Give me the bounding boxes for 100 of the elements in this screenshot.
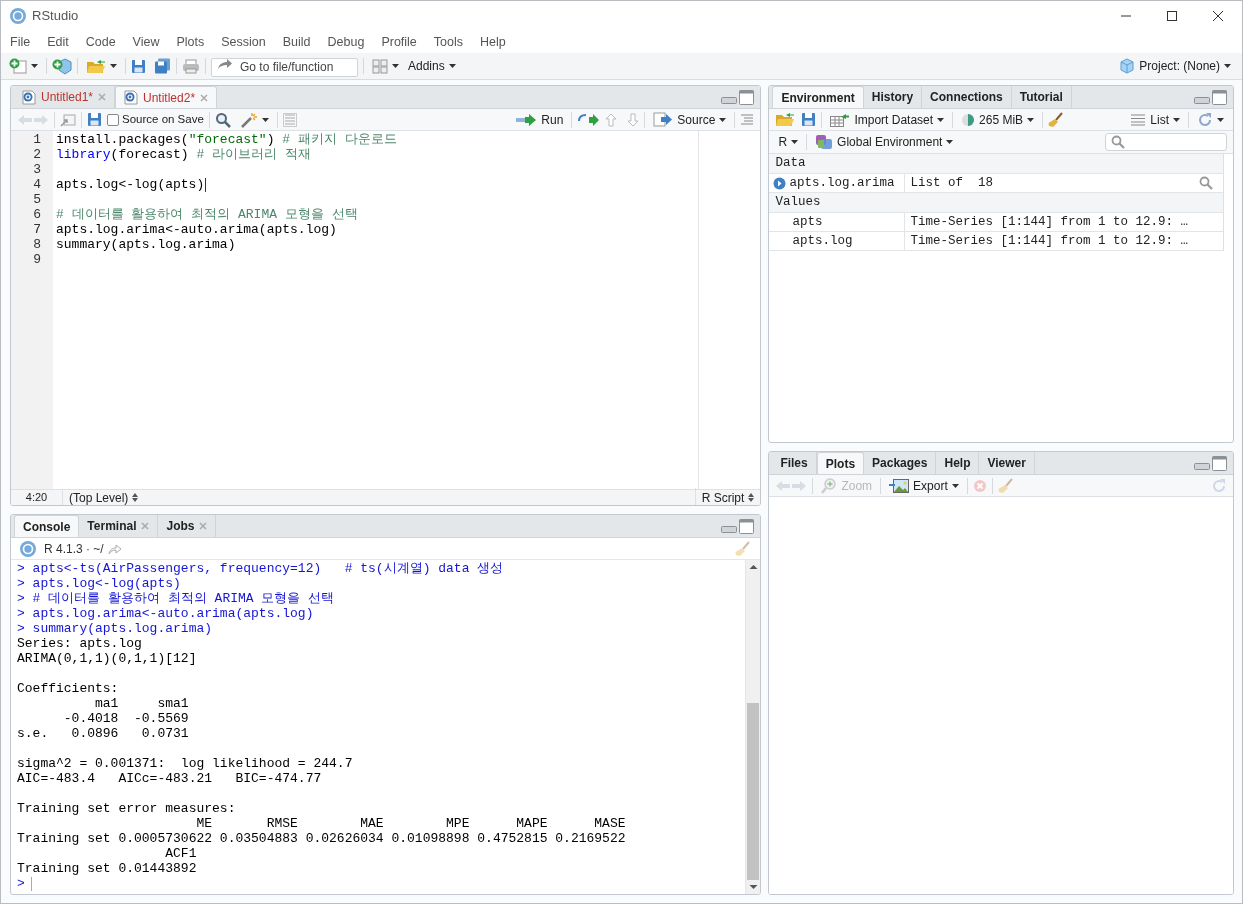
menu-item[interactable]: Session [221,32,266,52]
save-icon[interactable] [131,58,146,74]
memory-usage-icon [961,112,976,127]
file-type-selector[interactable]: R Script [694,487,761,505]
new-project-icon[interactable] [52,57,72,75]
environment-selector[interactable]: Global Environment [812,132,957,152]
open-folder-icon[interactable] [775,112,796,127]
console-line: Training set 0.0005730622 0.03504883 0.02626034 0.01098898 0.4752815 0.2169522 [17,831,626,846]
run-button[interactable]: Run [512,109,567,130]
tab[interactable]: Untitled2* [115,86,218,108]
search-icon[interactable] [1199,176,1213,191]
close-icon [199,522,208,530]
caret-icon [1173,117,1180,122]
expand-icon[interactable] [773,176,787,190]
console-line: ACF1 [164,846,197,861]
line-number: 9 [33,252,41,267]
scope-selector[interactable]: (Top Level) [63,487,145,505]
line-number: 6 [33,207,41,222]
console-line: s.e. 0.0896 0.0731 [17,726,189,741]
line-number: 8 [33,237,41,252]
code-line: # 데이터를 활용하여 최적의 ARIMA 모형을 선택 [56,207,358,222]
variable-name: apts.log [792,233,853,250]
console-line: > apts.log.arima<-auto.arima(apts.log) [17,606,314,621]
new-window-icon[interactable] [60,112,76,127]
variable-value: Time-Series [1:144] from 1 to 12.9: … [910,233,1188,250]
memory-usage-button[interactable]: 265 MiB [958,109,1038,130]
search-icon[interactable] [214,111,231,128]
menu-item[interactable]: View [132,32,160,52]
broom-icon[interactable] [1048,111,1065,128]
minimize-pane-icon[interactable] [1194,97,1210,104]
source-button[interactable]: Source [650,109,730,130]
up-arrow-icon[interactable] [605,112,618,127]
console-line: ARIMA(0,1,1)(0,1,1)[12] [17,651,197,666]
menu-item[interactable]: Code [85,32,116,52]
source-icon [653,112,674,127]
tab[interactable]: Plots [816,452,865,474]
section-header: Values [769,193,1223,213]
menu-item[interactable]: Tools [433,32,463,52]
search-field[interactable] [1105,133,1227,151]
open-folder-icon [86,58,106,74]
console-line: AIC=-483.4 AICc=-483.21 BIC=-474.77 [17,771,322,786]
maximize-pane-icon[interactable] [739,518,755,534]
line-number: 3 [33,162,41,177]
import-dataset-button[interactable]: Import Dataset [827,109,948,130]
rerun-icon[interactable] [577,112,600,127]
outline-icon[interactable] [740,113,755,126]
scrollbar[interactable] [745,560,761,894]
r-document-icon [22,89,36,105]
maximize-icon[interactable] [1166,10,1178,22]
print-icon[interactable] [182,58,200,74]
layout-button[interactable] [369,56,402,76]
save-all-icon[interactable] [154,58,171,74]
view-mode-button[interactable]: List [1127,109,1183,130]
new-file-button[interactable] [6,56,41,76]
minimize-pane-icon[interactable] [721,526,738,533]
variable-name: apts.log.arima [789,175,895,192]
console-line: Coefficients: [17,681,119,696]
line-number: 4 [33,177,41,192]
menu-item[interactable]: Debug [327,32,365,52]
search-field[interactable]: Go to file/function [211,57,358,77]
tab[interactable]: Environment [772,86,864,108]
save-icon[interactable] [801,112,817,127]
delete-icon[interactable] [972,478,987,493]
maximize-pane-icon[interactable] [1212,89,1227,105]
maximize-pane-icon[interactable] [739,89,755,105]
console-line: > summary(apts.log.arima) [17,621,213,636]
save-icon[interactable] [87,112,102,127]
tab[interactable]: Console [14,515,80,537]
caret-icon [1217,117,1224,122]
share-icon[interactable] [107,542,122,555]
menu-item[interactable]: Profile [381,32,417,52]
export-button[interactable]: Export [886,475,962,496]
code-line: apts.log<-log(apts) [56,177,205,192]
menu-item[interactable]: Edit [47,32,69,52]
lines-icon[interactable] [282,112,297,127]
magic-wand-icon [239,111,258,128]
run-icon [515,113,538,126]
caret-icon [719,117,727,122]
caret-icon [110,64,117,68]
menu-item[interactable]: Build [282,32,311,52]
maximize-pane-icon[interactable] [1212,455,1227,471]
menu-item[interactable]: File [10,32,31,52]
close-icon[interactable] [1212,10,1224,22]
language-button[interactable]: R [775,132,802,152]
project-button[interactable]: Project: (None) [1116,56,1234,76]
minimize-pane-icon[interactable] [721,97,738,104]
table-icon [830,112,851,127]
section-header: Data [769,154,1223,174]
menu-item[interactable]: Help [480,32,506,52]
addins-button[interactable]: Addins [405,56,459,76]
menu-item[interactable]: Plots [176,32,205,52]
console-line: sigma^2 = 0.001371: log likelihood = 244.7 [17,756,353,771]
picture-icon [889,478,910,493]
search-icon [1111,135,1125,149]
minimize-pane-icon[interactable] [1194,463,1210,470]
source-on-save-checkbox[interactable]: Source on Save [107,110,204,129]
console-line: ma1 sma1 [94,696,189,711]
logo-icon [20,540,36,557]
environment-icon [815,134,834,150]
down-arrow-icon[interactable] [627,112,640,127]
